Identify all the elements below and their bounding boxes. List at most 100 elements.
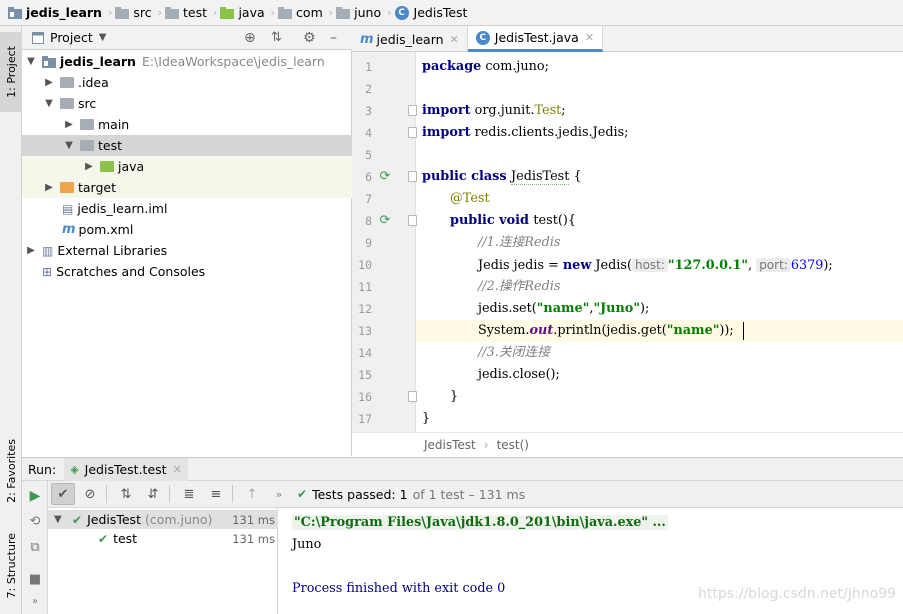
- editor-breadcrumb-class[interactable]: JedisTest: [424, 438, 476, 452]
- console-line: Juno: [292, 537, 322, 552]
- project-panel-title[interactable]: Project: [50, 30, 93, 45]
- locate-icon[interactable]: ⊕: [244, 30, 256, 46]
- tree-item-test[interactable]: ▼ test: [22, 135, 352, 156]
- editor-gutter: 1 2 3 4 5 6 7 8 9 10 11 12 13 14 15 16 1…: [352, 52, 417, 432]
- collapsed-arrow-icon[interactable]: ▶: [62, 119, 76, 130]
- code-line-11: //2.操作Redis: [478, 279, 561, 294]
- code-editor[interactable]: 1 2 3 4 5 6 7 8 9 10 11 12 13 14 15 16 1…: [352, 52, 903, 432]
- folder-icon: [80, 119, 94, 130]
- collapsed-arrow-icon[interactable]: ▶: [42, 77, 56, 88]
- tool-tab-structure[interactable]: 7: Structure: [0, 522, 22, 610]
- breadcrumb-item-test[interactable]: test: [165, 0, 213, 26]
- breadcrumb-item-juno[interactable]: juno: [336, 0, 387, 26]
- line-number: 1: [365, 60, 372, 74]
- project-view-icon: [32, 31, 44, 44]
- hide-panel-icon[interactable]: –: [330, 30, 337, 46]
- editor-tab-jedistest-java[interactable]: C JedisTest.java ✕: [467, 26, 604, 52]
- code-line-6: public class JedisTest {: [422, 169, 582, 185]
- tree-item-jedis-learn[interactable]: ▼ jedis_learn E:\IdeaWorkspace\jedis_lea…: [22, 51, 352, 72]
- code-line-7: @Test: [450, 191, 490, 206]
- breadcrumb-item-java[interactable]: java: [220, 0, 270, 26]
- fold-marker-icon[interactable]: [408, 105, 417, 116]
- editor-breadcrumb-method[interactable]: test(): [497, 438, 529, 452]
- toolbar-separator: [232, 485, 233, 503]
- code-line-13: System.out.println(jedis.get("name"));: [478, 323, 734, 338]
- stop-icon[interactable]: ■: [26, 571, 44, 589]
- package-icon: [336, 6, 351, 19]
- tree-item-src[interactable]: ▼ src: [22, 93, 352, 114]
- toolbar-separator: [169, 485, 170, 503]
- expanded-arrow-icon[interactable]: ▼: [24, 56, 38, 67]
- expanded-arrow-icon[interactable]: ▼: [42, 98, 56, 109]
- breadcrumb-separator: ›: [107, 6, 113, 19]
- line-number: 11: [358, 280, 372, 294]
- gear-icon[interactable]: ⚙: [303, 30, 316, 46]
- toggle-auto-test-icon[interactable]: ⧉: [26, 539, 44, 557]
- run-class-icon[interactable]: ⟳: [378, 170, 392, 184]
- tree-item-iml[interactable]: ▤ jedis_learn.iml: [22, 198, 352, 219]
- collapsed-arrow-icon[interactable]: ▶: [82, 161, 96, 172]
- tree-item-target[interactable]: ▶ target: [22, 177, 352, 198]
- chevron-down-icon[interactable]: ▼: [99, 32, 107, 43]
- fold-marker-icon[interactable]: [408, 215, 417, 226]
- tool-tab-favorites[interactable]: 2: Favorites: [0, 426, 22, 516]
- expanded-arrow-icon[interactable]: ▼: [62, 140, 76, 151]
- code-line-4: import redis.clients.jedis.Jedis;: [422, 125, 629, 140]
- tree-item-external-libraries[interactable]: ▶ ▥ External Libraries: [22, 240, 352, 261]
- more-icon[interactable]: »: [267, 483, 291, 505]
- collapsed-arrow-icon[interactable]: ▶: [42, 182, 56, 193]
- breadcrumb-item-com[interactable]: com: [278, 0, 329, 26]
- tree-item-pom[interactable]: m pom.xml: [22, 219, 352, 240]
- line-number: 8: [365, 214, 372, 228]
- code-line-10: Jedis jedis = new Jedis(host: "127.0.0.1"…: [478, 258, 833, 273]
- tool-tab-label: 7: Structure: [4, 533, 18, 599]
- run-test-icon[interactable]: ⟳: [378, 214, 392, 228]
- line-number: 14: [358, 346, 372, 360]
- tree-item-java[interactable]: ▶ java: [22, 156, 352, 177]
- project-folder-icon: [8, 6, 22, 19]
- close-icon[interactable]: ✕: [585, 31, 594, 44]
- expand-all-icon[interactable]: ≣: [177, 483, 201, 505]
- test-results-tree: ▼ ✔ JedisTest (com.juno) 131 ms ✔ test 1…: [48, 508, 278, 614]
- tree-item-main[interactable]: ▶ main: [22, 114, 352, 135]
- fold-marker-icon[interactable]: [408, 127, 417, 138]
- breadcrumb-item-class[interactable]: C JedisTest: [394, 0, 474, 26]
- previous-failed-icon[interactable]: ↑: [240, 483, 264, 505]
- package-icon: [278, 6, 293, 19]
- navigation-breadcrumb: jedis_learn › src › test › java › com › …: [0, 0, 903, 26]
- breadcrumb-separator: ›: [483, 437, 489, 452]
- editor-tab-jedis-learn[interactable]: m jedis_learn ✕: [352, 26, 468, 52]
- module-folder-icon: [42, 55, 56, 68]
- test-class-package: (com.juno): [144, 512, 213, 527]
- test-row-method[interactable]: ✔ test 131 ms: [48, 529, 278, 548]
- close-icon[interactable]: ✕: [173, 463, 182, 476]
- tree-item-idea[interactable]: ▶ .idea: [22, 72, 352, 93]
- breadcrumb-item-src[interactable]: src: [115, 0, 157, 26]
- close-icon[interactable]: ✕: [450, 33, 459, 46]
- test-method-label: test: [113, 531, 138, 546]
- expanded-arrow-icon[interactable]: ▼: [54, 514, 68, 525]
- tree-item-scratches[interactable]: ⊞ Scratches and Consoles: [22, 261, 352, 282]
- collapse-all-icon[interactable]: ≡: [204, 483, 228, 505]
- sort-by-duration-icon[interactable]: ⇵: [141, 483, 165, 505]
- show-passed-icon[interactable]: ✔: [51, 483, 75, 505]
- fold-marker-icon[interactable]: [408, 171, 417, 182]
- sort-alphabetically-icon[interactable]: ⇅: [114, 483, 138, 505]
- iml-file-icon: ▤: [62, 201, 74, 216]
- collapsed-arrow-icon[interactable]: ▶: [24, 245, 38, 256]
- collapse-all-icon[interactable]: ⇅: [271, 30, 282, 45]
- tool-tab-project[interactable]: 1: Project: [0, 32, 22, 112]
- test-row-class[interactable]: ▼ ✔ JedisTest (com.juno) 131 ms: [48, 510, 278, 529]
- play-icon[interactable]: ▶: [26, 487, 44, 505]
- fold-marker-icon[interactable]: [408, 391, 417, 402]
- rerun-failed-icon[interactable]: ⟲: [26, 513, 44, 531]
- line-number: 16: [358, 390, 372, 404]
- run-config-tab[interactable]: ◈ JedisTest.test ✕: [64, 457, 188, 481]
- scratches-icon: ⊞: [42, 264, 53, 279]
- show-ignored-icon[interactable]: ⊘: [78, 483, 102, 505]
- console-line: "C:\Program Files\Java\jdk1.8.0_201\bin\…: [292, 512, 668, 534]
- test-runner-toolbar: ✔ ⊘ ⇅ ⇵ ≣ ≡ ↑ » ✔ Tests passed: 1 of 1 t…: [48, 481, 903, 508]
- more-icon[interactable]: »: [26, 593, 44, 611]
- tool-tab-label: 2: Favorites: [4, 439, 18, 503]
- breadcrumb-item-project[interactable]: jedis_learn: [8, 0, 108, 26]
